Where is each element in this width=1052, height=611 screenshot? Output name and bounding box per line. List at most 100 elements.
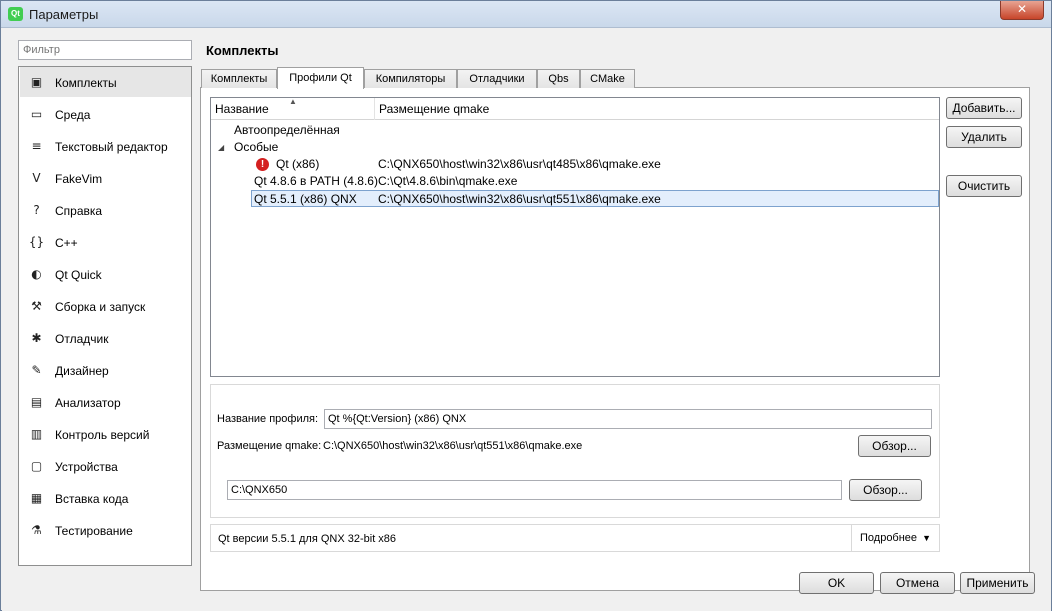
filter-input[interactable] — [18, 40, 192, 60]
category-fakevim[interactable]: V FakeVim — [20, 163, 191, 193]
flask-icon: ⚗ — [31, 523, 42, 537]
details-label: Подробнее — [860, 532, 918, 544]
qt-version-info: Qt версии 5.5.1 для QNX 32-bit x86 — [218, 533, 397, 545]
sdk-path-input[interactable]: C:\QNX650 — [227, 480, 842, 500]
close-button[interactable]: ✕ — [1000, 1, 1044, 20]
help-icon: ? — [33, 203, 40, 217]
tab-cmake[interactable]: CMake — [580, 69, 635, 88]
qt-version-name: Qt 5.5.1 (x86) QNX — [254, 192, 357, 206]
group-label: Особые — [234, 140, 279, 154]
qt-app-icon: Qt — [8, 7, 23, 21]
clean-up-button[interactable]: Очистить — [946, 175, 1022, 197]
category-label: Текстовый редактор — [55, 140, 168, 154]
tab-qbs[interactable]: Qbs — [537, 69, 580, 88]
hammer-icon: ⚒ — [31, 299, 42, 313]
dialog-body: ▣ Комплекты ▭ Среда ≡ Текстовый редактор… — [2, 29, 1051, 611]
category-help[interactable]: ? Справка — [20, 195, 191, 225]
kits-icon: ▣ — [30, 75, 43, 89]
category-label: Отладчик — [55, 332, 109, 346]
title-bar: Qt Параметры ✕ — [1, 1, 1051, 28]
monitor-icon: ▭ — [30, 107, 43, 121]
category-version-control[interactable]: ▥ Контроль версий — [20, 419, 191, 449]
category-qt-quick[interactable]: ◐ Qt Quick — [20, 259, 191, 289]
category-label: C++ — [55, 236, 78, 250]
version-control-icon: ▥ — [30, 427, 43, 441]
category-build-run[interactable]: ⚒ Сборка и запуск — [20, 291, 191, 321]
tab-qt-versions[interactable]: Профили Qt — [277, 67, 364, 89]
qt-version-row[interactable]: ! Qt (x86) C:\QNX650\host\win32\x86\usr\… — [211, 156, 939, 173]
category-label: Среда — [55, 108, 91, 122]
category-code-paste[interactable]: ▦ Вставка кода — [20, 483, 191, 513]
cancel-button[interactable]: Отмена — [880, 572, 955, 594]
settings-window: Qt Параметры ✕ ▣ Комплекты ▭ Среда ≡ Тек… — [0, 0, 1052, 611]
add-button[interactable]: Добавить... — [946, 97, 1022, 119]
tab-kits[interactable]: Комплекты — [201, 69, 277, 88]
text-editor-icon: ≡ — [31, 139, 42, 153]
cpp-braces-icon: {} — [28, 235, 45, 249]
category-list: ▣ Комплекты ▭ Среда ≡ Текстовый редактор… — [18, 66, 192, 566]
profile-name-label: Название профиля: — [217, 413, 319, 425]
page-title: Комплекты — [206, 43, 279, 58]
category-label: Сборка и запуск — [55, 300, 146, 314]
category-label: Справка — [55, 204, 103, 218]
category-designer[interactable]: ✎ Дизайнер — [20, 355, 191, 385]
profile-name-input[interactable]: Qt %{Qt:Version} (x86) QNX — [324, 409, 932, 429]
category-kits[interactable]: ▣ Комплекты — [20, 67, 191, 97]
category-debugger[interactable]: ✱ Отладчик — [20, 323, 191, 353]
tab-debuggers[interactable]: Отладчики — [457, 69, 537, 88]
ok-button[interactable]: OK — [799, 572, 874, 594]
category-testing[interactable]: ⚗ Тестирование — [20, 515, 191, 545]
chevron-down-icon: ▼ — [922, 533, 931, 543]
pencil-icon: ✎ — [31, 363, 42, 377]
category-label: Комплекты — [55, 76, 117, 90]
category-environment[interactable]: ▭ Среда — [20, 99, 191, 129]
qt-version-name: Qt (x86) — [276, 157, 320, 171]
apply-button[interactable]: Применить — [960, 572, 1035, 594]
column-location-header[interactable]: Размещение qmake — [375, 98, 939, 120]
category-label: Анализатор — [55, 396, 121, 410]
tree-header: ▲ Название Размещение qmake — [211, 97, 939, 120]
qmake-path: C:\QNX650\host\win32\x86\usr\qt485\x86\q… — [378, 157, 661, 171]
details-toggle-button[interactable]: Подробнее ▼ — [851, 525, 939, 551]
qt-versions-tree[interactable]: ▲ Название Размещение qmake Автоопределё… — [210, 97, 940, 377]
sort-ascending-icon: ▲ — [289, 97, 297, 106]
info-bar: Qt версии 5.5.1 для QNX 32-bit x86 Подро… — [210, 524, 940, 552]
qmake-path: C:\Qt\4.8.6\bin\qmake.exe — [378, 174, 518, 188]
qmake-path: C:\QNX650\host\win32\x86\usr\qt551\x86\q… — [378, 192, 661, 206]
code-paste-icon: ▦ — [30, 491, 43, 505]
category-devices[interactable]: ▢ Устройства — [20, 451, 191, 481]
qt-quick-icon: ◐ — [31, 267, 42, 281]
column-name-header[interactable]: ▲ Название — [211, 97, 375, 120]
category-label: Тестирование — [55, 524, 133, 538]
category-label: Qt Quick — [55, 268, 102, 282]
group-label: Автоопределённая — [234, 123, 340, 137]
group-manual[interactable]: ◢ Особые — [211, 139, 939, 156]
category-label: Контроль версий — [55, 428, 150, 442]
qmake-location-value: C:\QNX650\host\win32\x86\usr\qt551\x86\q… — [323, 440, 583, 452]
category-text-editor[interactable]: ≡ Текстовый редактор — [20, 131, 191, 161]
category-analyzer[interactable]: ▤ Анализатор — [20, 387, 191, 417]
qt-version-row-selected[interactable]: Qt 5.5.1 (x86) QNX C:\QNX650\host\win32\… — [251, 190, 939, 207]
group-auto-detected[interactable]: Автоопределённая — [211, 122, 939, 139]
category-label: Дизайнер — [55, 364, 109, 378]
qt-version-name: Qt 4.8.6 в PATH (4.8.6) — [254, 174, 378, 188]
window-title: Параметры — [29, 7, 99, 22]
column-name-label: Название — [215, 102, 269, 116]
expand-arrow-icon[interactable]: ◢ — [218, 139, 224, 156]
bug-icon: ✱ — [31, 331, 42, 345]
details-panel: Название профиля: Qt %{Qt:Version} (x86)… — [210, 384, 940, 518]
fakevim-icon: V — [32, 171, 41, 185]
tab-compilers[interactable]: Компиляторы — [364, 69, 457, 88]
browse-sdk-button[interactable]: Обзор... — [849, 479, 922, 501]
remove-button[interactable]: Удалить — [946, 126, 1022, 148]
qmake-location-label: Размещение qmake: — [217, 440, 322, 452]
category-label: Устройства — [55, 460, 118, 474]
analyzer-icon: ▤ — [30, 395, 43, 409]
qt-version-row[interactable]: Qt 4.8.6 в PATH (4.8.6) C:\Qt\4.8.6\bin\… — [211, 173, 939, 190]
category-label: FakeVim — [55, 172, 103, 186]
browse-qmake-button[interactable]: Обзор... — [858, 435, 931, 457]
category-cpp[interactable]: {} C++ — [20, 227, 191, 257]
devices-icon: ▢ — [30, 459, 43, 473]
error-icon: ! — [256, 158, 269, 171]
category-label: Вставка кода — [55, 492, 129, 506]
